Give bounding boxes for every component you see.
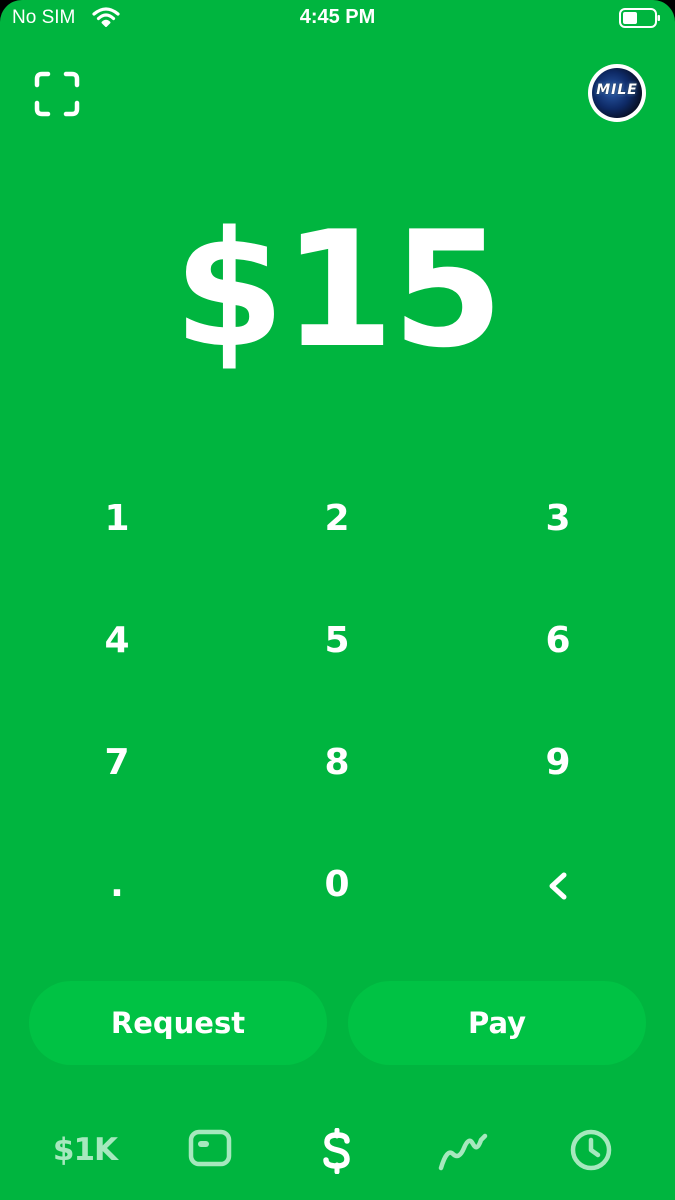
- tab-card[interactable]: [165, 1120, 255, 1180]
- status-time: 4:45 PM: [299, 6, 376, 28]
- battery-icon: [619, 8, 660, 28]
- profile-avatar[interactable]: MILE: [588, 64, 646, 122]
- key-0[interactable]: 0: [257, 824, 417, 934]
- key-9[interactable]: 9: [478, 702, 638, 812]
- key-4[interactable]: 4: [37, 580, 197, 690]
- clock-icon: [570, 1129, 612, 1171]
- status-bar: No SIM 4:45 PM: [0, 0, 675, 38]
- key-5[interactable]: 5: [257, 580, 417, 690]
- key-2[interactable]: 2: [257, 458, 417, 568]
- tab-pay[interactable]: [292, 1120, 382, 1180]
- tab-balance[interactable]: $1K: [40, 1120, 130, 1180]
- tab-activity[interactable]: [546, 1120, 636, 1180]
- key-decimal[interactable]: .: [37, 824, 197, 934]
- amount-display: $15: [173, 196, 504, 383]
- key-7[interactable]: 7: [37, 702, 197, 812]
- chevron-left-icon: [549, 872, 567, 900]
- avatar-text: MILE: [596, 82, 638, 98]
- key-8[interactable]: 8: [257, 702, 417, 812]
- stock-line-icon: [438, 1133, 488, 1171]
- card-icon: [188, 1129, 232, 1167]
- request-button[interactable]: Request: [29, 981, 327, 1065]
- cash-app-pay-screen: No SIM 4:45 PM MILE $15 1 2 3 4 5 6 7 8 …: [0, 0, 675, 1200]
- dollar-icon: [323, 1127, 350, 1175]
- pay-button[interactable]: Pay: [348, 981, 646, 1065]
- tab-investing[interactable]: [418, 1120, 508, 1180]
- backspace-key[interactable]: [478, 824, 638, 934]
- avatar-image: MILE: [592, 68, 642, 118]
- qr-scan-button[interactable]: [34, 71, 80, 117]
- key-3[interactable]: 3: [478, 458, 638, 568]
- key-6[interactable]: 6: [478, 580, 638, 690]
- key-1[interactable]: 1: [37, 458, 197, 568]
- qr-scan-icon: [34, 71, 80, 117]
